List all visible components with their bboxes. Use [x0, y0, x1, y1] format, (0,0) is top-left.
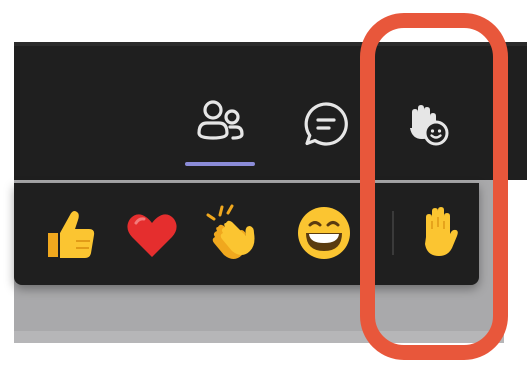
- chat-button[interactable]: [296, 96, 356, 156]
- react-button[interactable]: [396, 96, 456, 156]
- teams-meeting-toolbar-screenshot: [0, 0, 527, 380]
- reactions-flyout: [14, 183, 479, 285]
- heart-icon: [122, 203, 182, 267]
- reaction-applause-button[interactable]: [202, 203, 266, 267]
- reaction-laugh-button[interactable]: [292, 203, 356, 267]
- grinning-face-icon: [294, 203, 354, 267]
- toolbar-border: [14, 42, 527, 46]
- active-tab-indicator: [185, 162, 255, 166]
- reaction-love-button[interactable]: [120, 203, 184, 267]
- chat-icon: [300, 98, 352, 154]
- raised-hand-icon: [408, 203, 468, 267]
- page-edge: [504, 180, 527, 380]
- stage-bottom-band: [14, 331, 504, 343]
- thumbs-up-icon: [38, 203, 98, 267]
- raise-hand-react-icon: [400, 98, 452, 154]
- raise-hand-button[interactable]: [406, 203, 470, 267]
- people-icon: [194, 96, 246, 152]
- reaction-like-button[interactable]: [36, 203, 100, 267]
- reactions-divider: [392, 211, 394, 255]
- clapping-hands-icon: [204, 203, 264, 267]
- people-button[interactable]: [190, 94, 250, 154]
